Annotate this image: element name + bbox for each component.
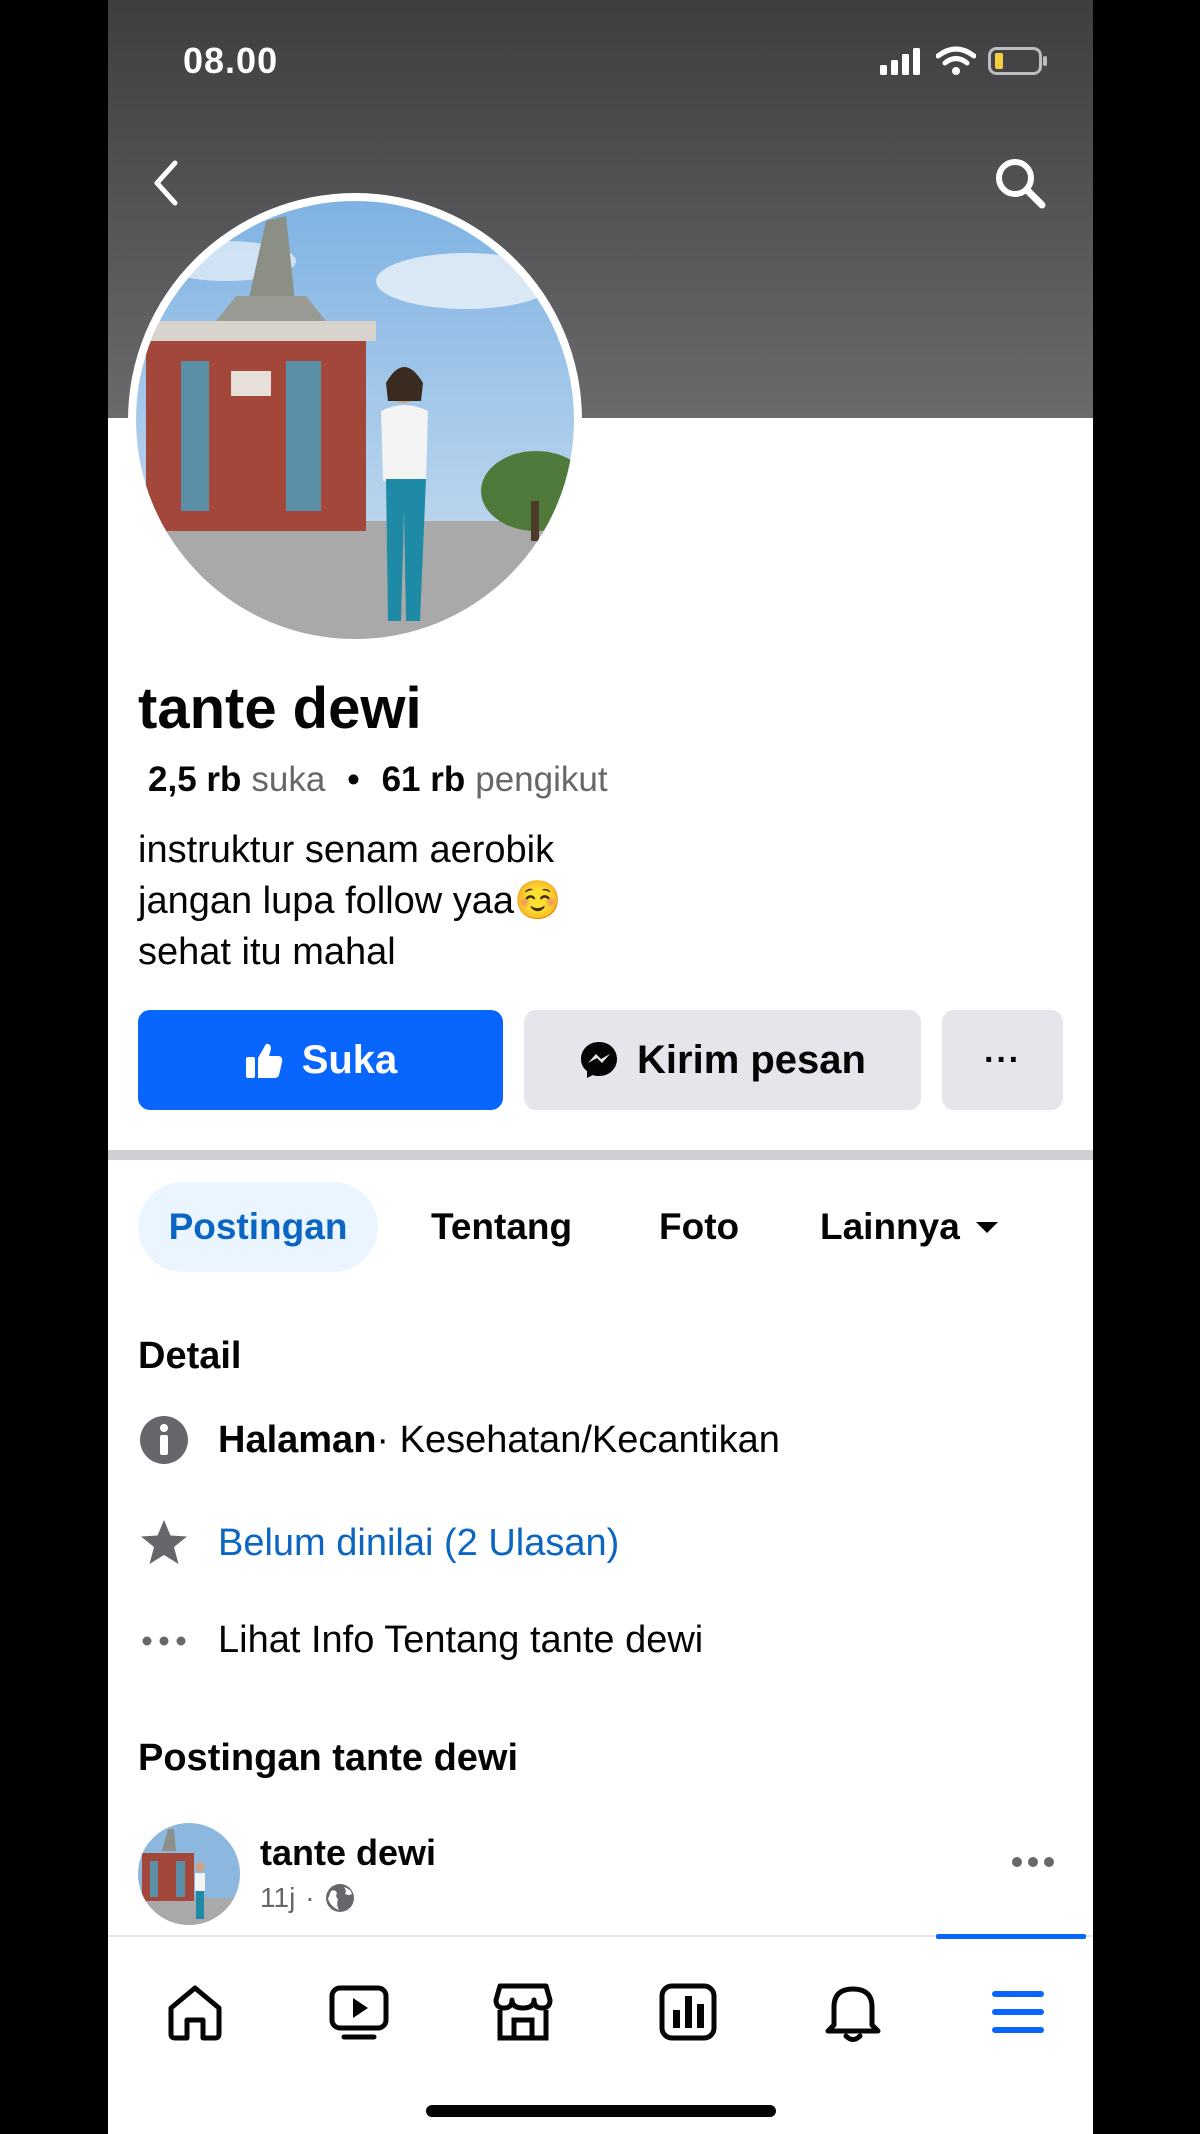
about-info-row[interactable]: Lihat Info Tentang tante dewi [138, 1619, 703, 1662]
page-category-row: Halaman · Kesehatan/Kecantikan [138, 1415, 780, 1465]
like-label: Suka [301, 1037, 398, 1082]
posts-title: Postingan tante dewi [138, 1737, 519, 1779]
meta-separator: · [305, 1882, 315, 1913]
profile-screen: 08.00 tante dewi 2,5 rb suka • 61 rb pen… [108, 0, 1093, 2134]
tab-label: Tentang [431, 1206, 573, 1247]
about-info-link[interactable]: Lihat Info Tentang tante dewi [218, 1619, 703, 1662]
video-icon [329, 1985, 389, 2040]
page-title: tante dewi [138, 676, 422, 741]
tab-posts[interactable]: Postingan [138, 1182, 378, 1272]
star-icon [138, 1518, 190, 1568]
wifi-icon [936, 46, 976, 75]
post-meta: 11j · [260, 1882, 355, 1914]
bio-line: jangan lupa follow yaa☺️ [138, 880, 562, 922]
page-type: Halaman [218, 1418, 377, 1461]
back-button[interactable] [136, 153, 196, 213]
section-divider [108, 1150, 1093, 1160]
profile-avatar[interactable] [128, 193, 582, 647]
tab-about[interactable]: Tentang [431, 1182, 572, 1272]
rating-row[interactable]: Belum dinilai (2 Ulasan) [138, 1518, 619, 1568]
like-button[interactable]: Suka [138, 1010, 503, 1110]
battery-icon [988, 47, 1047, 75]
bio-line: instruktur senam aerobik [138, 829, 555, 871]
bell-icon [825, 1986, 881, 2042]
more-icon: ··· [984, 1040, 1021, 1079]
tab-photos[interactable]: Foto [659, 1182, 739, 1272]
bottom-navigation [108, 1934, 1093, 2134]
nav-menu[interactable] [983, 1977, 1053, 2047]
post-options-button[interactable] [1003, 1842, 1063, 1882]
followers-label: pengikut [475, 760, 608, 799]
marketplace-icon [493, 1983, 553, 2041]
page-category: · Kesehatan/Kecantikan [376, 1418, 780, 1461]
signal-icon [880, 48, 920, 75]
post-author-avatar[interactable] [138, 1823, 240, 1925]
more-horizontal-icon [1012, 1857, 1054, 1867]
globe-icon [325, 1884, 354, 1912]
profile-bio: instruktur senam aerobik jangan lupa fol… [138, 825, 561, 978]
more-dots-icon [138, 1635, 190, 1647]
profile-stats: 2,5 rb suka • 61 rb pengikut [148, 760, 608, 800]
tab-more[interactable]: Lainnya [820, 1182, 1000, 1272]
thumbs-up-icon [245, 1043, 282, 1078]
nav-dashboard[interactable] [653, 1977, 723, 2047]
post-header: tante dewi 11j · [138, 1820, 1063, 1925]
send-message-label: Kirim pesan [637, 1037, 866, 1082]
chevron-left-icon [154, 160, 178, 206]
profile-photo [136, 201, 574, 639]
nav-home[interactable] [160, 1977, 230, 2047]
home-indicator[interactable] [426, 2105, 776, 2117]
nav-notifications[interactable] [818, 1977, 888, 2047]
likes-count: 2,5 rb [148, 760, 242, 799]
nav-video[interactable] [324, 1977, 394, 2047]
post-time: 11j [260, 1882, 296, 1913]
home-icon [168, 1985, 222, 2041]
tab-label: Postingan [168, 1206, 348, 1247]
messenger-icon [581, 1042, 618, 1078]
search-button[interactable] [990, 153, 1050, 213]
tab-label: Lainnya [820, 1206, 960, 1247]
active-tab-indicator [936, 1934, 1086, 1939]
caret-down-icon [975, 1222, 998, 1233]
post-author[interactable]: tante dewi [260, 1832, 436, 1874]
likes-label: suka [251, 760, 326, 799]
menu-icon [992, 1991, 1044, 2033]
details-title: Detail [138, 1335, 242, 1377]
more-options-button[interactable]: ··· [942, 1010, 1063, 1110]
nav-marketplace[interactable] [488, 1977, 558, 2047]
search-icon [996, 159, 1046, 209]
rating-link[interactable]: Belum dinilai (2 Ulasan) [218, 1522, 619, 1565]
followers-count: 61 rb [381, 760, 466, 799]
tab-label: Foto [659, 1206, 740, 1247]
status-icons [880, 46, 1048, 76]
stats-separator: • [347, 760, 360, 799]
bio-line: sehat itu mahal [138, 931, 396, 973]
status-time: 08.00 [183, 40, 279, 81]
dashboard-icon [659, 1983, 717, 2041]
info-icon [138, 1415, 190, 1465]
send-message-button[interactable]: Kirim pesan [524, 1010, 921, 1110]
